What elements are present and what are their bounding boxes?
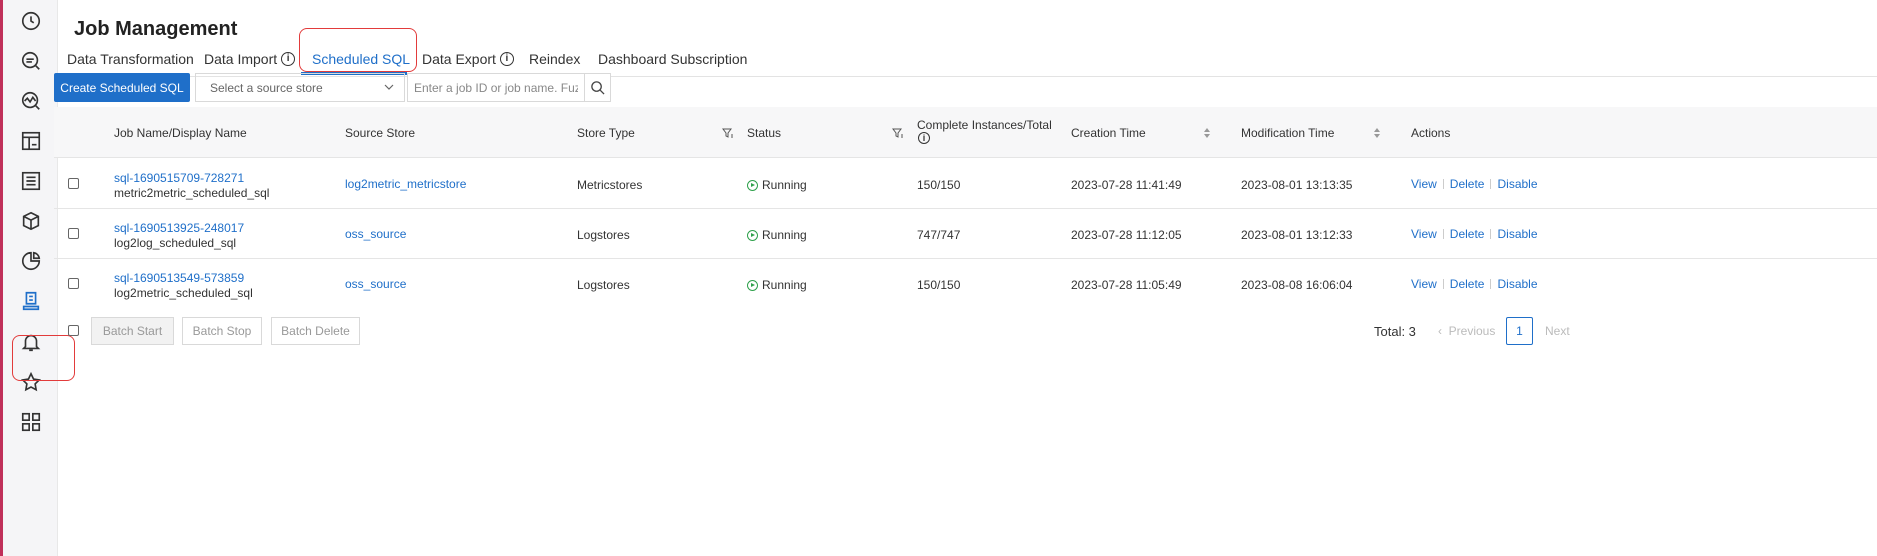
total-count: Total: 3 xyxy=(1374,324,1416,339)
job-display-name: log2log_scheduled_sql xyxy=(114,236,237,250)
disable-link[interactable]: Disable xyxy=(1497,227,1537,241)
page-title: Job Management xyxy=(74,18,238,40)
status-badge: Running xyxy=(747,228,807,242)
clock-icon[interactable] xyxy=(18,8,44,34)
job-id-link[interactable]: sql-1690515709-728271 xyxy=(114,171,244,185)
active-tab-highlight xyxy=(299,28,417,72)
monitor-icon[interactable] xyxy=(18,88,44,114)
tab-data-export[interactable]: Data Export i xyxy=(422,51,514,67)
pie-chart-icon[interactable] xyxy=(18,248,44,274)
filter-icon[interactable] xyxy=(892,127,904,139)
running-icon xyxy=(747,179,758,191)
page-number-button[interactable]: 1 xyxy=(1506,317,1533,345)
job-id-link[interactable]: sql-1690513925-248017 xyxy=(114,221,244,235)
main-content: Job Management Data Transformation Data … xyxy=(54,0,1877,556)
modification-time: 2023-08-01 13:12:33 xyxy=(1241,228,1353,242)
header-job-name: Job Name/Display Name xyxy=(114,126,247,140)
filter-icon[interactable] xyxy=(722,127,734,139)
search-input[interactable] xyxy=(407,73,585,102)
modification-time: 2023-08-08 16:06:04 xyxy=(1241,278,1353,292)
info-icon: i xyxy=(499,52,514,66)
header-actions: Actions xyxy=(1411,126,1451,140)
package-icon[interactable] xyxy=(18,208,44,234)
status-badge: Running xyxy=(747,178,807,192)
sidebar xyxy=(3,0,58,556)
chevron-down-icon xyxy=(384,84,394,90)
sort-icon[interactable] xyxy=(1203,127,1211,139)
view-link[interactable]: View xyxy=(1411,227,1437,241)
store-type: Logstores xyxy=(577,228,630,242)
tab-data-transformation[interactable]: Data Transformation xyxy=(67,51,194,67)
creation-time: 2023-07-28 11:05:49 xyxy=(1071,278,1182,292)
table-row: sql-1690515709-728271 metric2metric_sche… xyxy=(54,159,1877,209)
select-all-checkbox[interactable] xyxy=(68,325,79,336)
row-checkbox[interactable] xyxy=(68,278,79,289)
header-modification-time[interactable]: Modification Time xyxy=(1241,126,1334,140)
job-display-name: log2metric_scheduled_sql xyxy=(114,286,253,300)
row-actions: View Delete Disable xyxy=(1411,227,1538,241)
source-store-link[interactable]: log2metric_metricstore xyxy=(345,177,466,191)
job-id-link[interactable]: sql-1690513549-573859 xyxy=(114,271,244,285)
previous-page-button[interactable]: ‹ Previous xyxy=(1438,324,1495,338)
table-header: Job Name/Display Name Source Store Store… xyxy=(54,107,1877,158)
batch-stop-button[interactable]: Batch Stop xyxy=(182,317,262,345)
row-actions: View Delete Disable xyxy=(1411,177,1538,191)
search-button[interactable] xyxy=(585,73,611,102)
creation-time: 2023-07-28 11:41:49 xyxy=(1071,178,1182,192)
job-icon[interactable] xyxy=(18,288,44,314)
source-store-link[interactable]: oss_source xyxy=(345,277,406,291)
running-icon xyxy=(747,229,758,241)
sort-icon[interactable] xyxy=(1373,127,1381,139)
search-icon xyxy=(591,81,605,95)
info-icon: i xyxy=(281,52,296,66)
creation-time: 2023-07-28 11:12:05 xyxy=(1071,228,1182,242)
view-link[interactable]: View xyxy=(1411,277,1437,291)
disable-link[interactable]: Disable xyxy=(1497,177,1537,191)
info-icon: i xyxy=(918,132,930,144)
view-link[interactable]: View xyxy=(1411,177,1437,191)
grid-icon[interactable] xyxy=(18,409,44,435)
header-source-store: Source Store xyxy=(345,126,416,140)
source-store-placeholder: Select a source store xyxy=(210,80,323,95)
instances-count: 150/150 xyxy=(917,278,961,292)
row-checkbox[interactable] xyxy=(68,228,79,239)
header-creation-time[interactable]: Creation Time xyxy=(1071,126,1146,140)
header-instances: Complete Instances/Total xyxy=(917,118,1052,132)
delete-link[interactable]: Delete xyxy=(1450,277,1485,291)
batch-start-button[interactable]: Batch Start xyxy=(91,317,174,345)
modification-time: 2023-08-01 13:13:35 xyxy=(1241,178,1353,192)
table-row: sql-1690513925-248017 log2log_scheduled_… xyxy=(54,209,1877,259)
header-store-type: Store Type xyxy=(577,126,635,140)
list-icon[interactable] xyxy=(18,168,44,194)
tab-reindex[interactable]: Reindex xyxy=(529,51,580,67)
row-checkbox[interactable] xyxy=(68,178,79,189)
row-actions: View Delete Disable xyxy=(1411,277,1538,291)
next-page-button[interactable]: Next xyxy=(1545,324,1570,338)
create-scheduled-sql-button[interactable]: Create Scheduled SQL xyxy=(54,73,190,102)
source-store-select[interactable]: Select a source store xyxy=(195,73,405,102)
disable-link[interactable]: Disable xyxy=(1497,277,1537,291)
header-status: Status xyxy=(747,126,782,140)
source-store-link[interactable]: oss_source xyxy=(345,227,406,241)
batch-delete-button[interactable]: Batch Delete xyxy=(271,317,360,345)
table-row: sql-1690513549-573859 log2metric_schedul… xyxy=(54,259,1877,309)
dashboard-icon[interactable] xyxy=(18,128,44,154)
search-list-icon[interactable] xyxy=(18,48,44,74)
status-badge: Running xyxy=(747,278,807,292)
delete-link[interactable]: Delete xyxy=(1450,227,1485,241)
delete-link[interactable]: Delete xyxy=(1450,177,1485,191)
table-footer: Batch Start Batch Stop Batch Delete Tota… xyxy=(58,317,1877,345)
tab-data-import[interactable]: Data Import i xyxy=(204,51,296,67)
instances-count: 747/747 xyxy=(917,228,961,242)
instances-count: 150/150 xyxy=(917,178,961,192)
toolbar: Create Scheduled SQL Select a source sto… xyxy=(54,73,1877,103)
tab-dashboard-subscription[interactable]: Dashboard Subscription xyxy=(598,51,747,67)
store-type: Metricstores xyxy=(577,178,643,192)
running-icon xyxy=(747,279,758,291)
store-type: Logstores xyxy=(577,278,630,292)
job-display-name: metric2metric_scheduled_sql xyxy=(114,186,270,200)
